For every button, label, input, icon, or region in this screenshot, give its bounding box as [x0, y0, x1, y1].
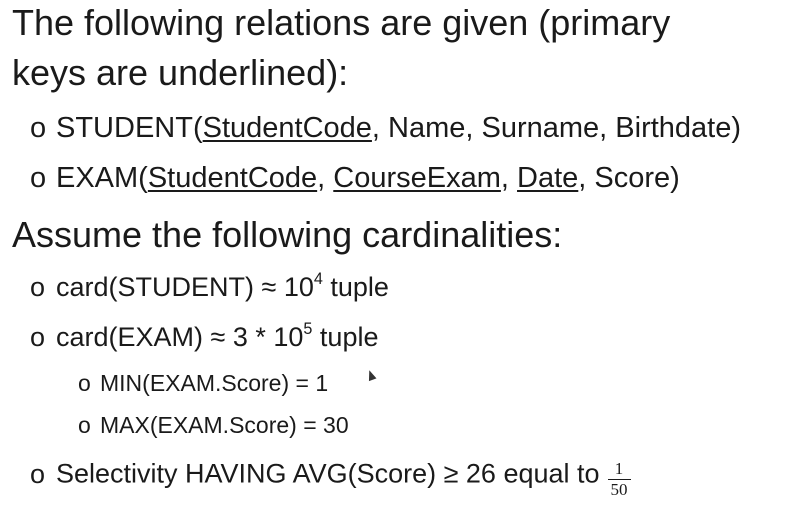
bullet-card-student: o card(STUDENT) ≈ 104 tuple: [30, 269, 389, 303]
exam-key-courseexam: CourseExam: [333, 162, 501, 194]
bullet-marker: o: [30, 112, 47, 144]
sub-bullet-max-score: o MAX(EXAM.Score) = 30: [78, 412, 349, 439]
bullet-exam-relation: o EXAM(StudentCode, CourseExam, Date, Sco…: [30, 162, 680, 195]
selectivity-text: Selectivity HAVING AVG(Score) ≥ 26 equal…: [56, 458, 600, 489]
card-student-text: card(STUDENT) ≈ 10: [56, 272, 314, 302]
fraction-denominator: 50: [610, 480, 628, 499]
bullet-marker: o: [78, 370, 91, 396]
student-primary-key: StudentCode: [202, 112, 372, 144]
exam-prefix: EXAM(: [56, 162, 148, 194]
fraction-numerator: 1: [607, 459, 631, 480]
exam-key-studentcode: StudentCode: [147, 162, 318, 194]
selectivity-fraction: 1 50: [607, 459, 631, 500]
bullet-marker: o: [78, 412, 91, 438]
exam-separator: ,: [500, 162, 518, 194]
exam-key-date: Date: [517, 162, 579, 194]
student-attributes: , Name, Surname, Birthdate): [371, 112, 742, 144]
heading-cardinalities: Assume the following cardinalities:: [12, 214, 562, 256]
min-score-text: MIN(EXAM.Score) = 1: [100, 370, 329, 396]
card-exam-unit: tuple: [312, 322, 379, 352]
heading-cardinalities-text: Assume the following cardinalities:: [12, 214, 563, 255]
bullet-marker: o: [30, 322, 46, 352]
bullet-card-exam: o card(EXAM) ≈ 3 * 105 tuple: [30, 321, 379, 353]
card-student-unit: tuple: [322, 272, 389, 302]
heading-relations-continued: keys are underlined):: [12, 52, 348, 94]
mouse-pointer-icon: [365, 368, 377, 382]
bullet-marker: o: [30, 272, 46, 302]
exam-separator: ,: [317, 162, 334, 194]
bullet-marker: o: [30, 162, 47, 194]
sub-bullet-min-score: o MIN(EXAM.Score) = 1: [78, 370, 328, 397]
bullet-marker: o: [30, 458, 46, 489]
bullet-student-relation: o STUDENT(StudentCode, Name, Surname, Bir…: [30, 112, 741, 145]
heading-relations-text: The following relations are given (prima…: [12, 2, 671, 43]
card-exam-text: card(EXAM) ≈ 3 * 10: [56, 322, 304, 352]
heading-relations-cont-text: keys are underlined):: [12, 52, 349, 93]
max-score-text: MAX(EXAM.Score) = 30: [100, 412, 349, 438]
bullet-selectivity: o Selectivity HAVING AVG(Score) ≥ 26 equa…: [30, 455, 631, 499]
student-prefix: STUDENT(: [56, 112, 203, 144]
exam-attributes: , Score): [578, 162, 680, 194]
heading-relations: The following relations are given (prima…: [12, 2, 670, 44]
card-student-exponent: 4: [313, 269, 323, 288]
